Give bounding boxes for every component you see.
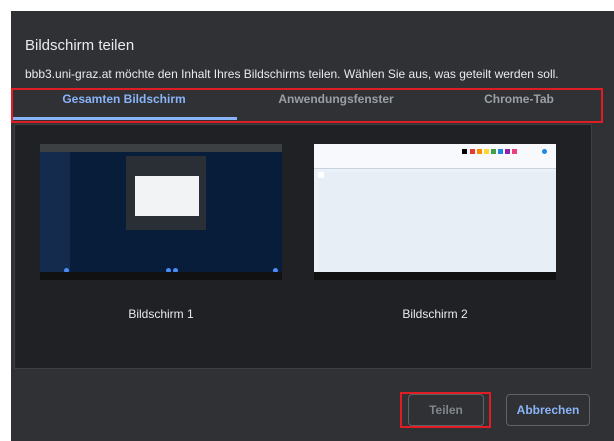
dialog-subtitle: bbb3.uni-graz.at möchte den Inhalt Ihres… (25, 67, 559, 81)
dialog-title: Bildschirm teilen (25, 37, 135, 54)
tab-chrome-tab[interactable]: Chrome-Tab (435, 80, 603, 120)
share-button[interactable]: Teilen (408, 394, 484, 426)
screen-option-2[interactable]: Bildschirm 2 (313, 143, 557, 339)
screen-2-thumbnail[interactable] (313, 143, 557, 281)
screen-picker-area: Bildschirm 1 Bildschirm 2 (14, 124, 592, 369)
screen-2-label: Bildschirm 2 (402, 307, 468, 321)
active-tab-indicator (11, 117, 237, 120)
screen-option-1[interactable]: Bildschirm 1 (39, 143, 283, 339)
tab-application-window[interactable]: Anwendungsfenster (237, 80, 435, 120)
screen-1-label: Bildschirm 1 (128, 307, 194, 321)
cancel-button[interactable]: Abbrechen (506, 394, 590, 426)
screen-1-thumbnail[interactable] (39, 143, 283, 281)
tab-bar: Gesamten Bildschirm Anwendungsfenster Ch… (11, 80, 603, 120)
tab-entire-screen[interactable]: Gesamten Bildschirm (11, 80, 237, 120)
